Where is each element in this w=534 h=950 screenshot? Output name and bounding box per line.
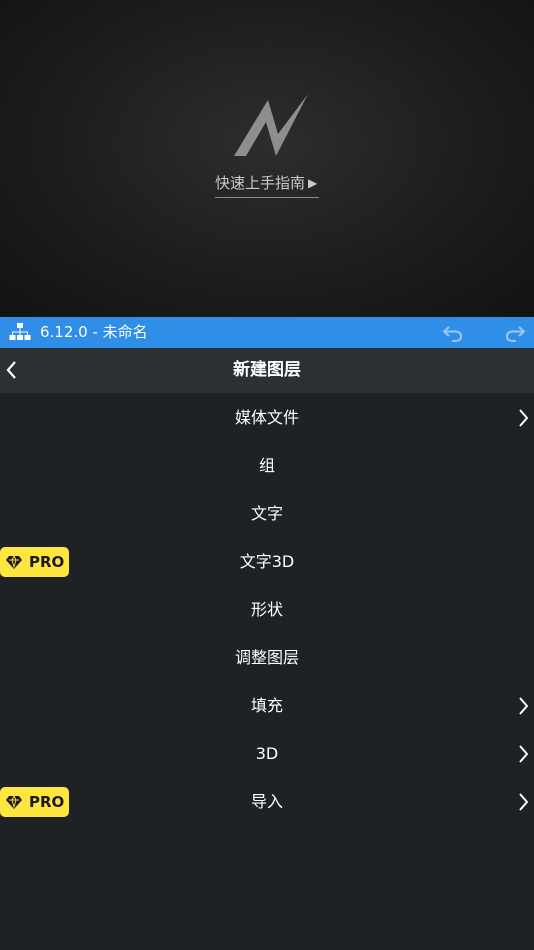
redo-icon[interactable] (504, 323, 526, 343)
menu-item-3d[interactable]: 3D (0, 730, 534, 778)
menu-item-text[interactable]: 文字 (0, 490, 534, 538)
project-title: 6.12.0 - 未命名 (40, 323, 148, 341)
hierarchy-icon[interactable] (9, 323, 31, 341)
menu-item-group[interactable]: 组 (0, 442, 534, 490)
menu-item-adjustment-layer[interactable]: 调整图层 (0, 634, 534, 682)
new-layer-menu: 媒体文件 组 文字 PRO 文字3D 形状 调整图层 填充 3D PRO 导入 (0, 394, 534, 826)
undo-icon[interactable] (442, 323, 464, 343)
chevron-right-icon (519, 697, 529, 715)
menu-item-label: 媒体文件 (234, 408, 299, 427)
menu-item-media-files[interactable]: 媒体文件 (0, 394, 534, 442)
menu-item-label: 形状 (250, 600, 283, 619)
quick-start-guide-link[interactable]: 快速上手指南 ▶ (215, 172, 319, 198)
menu-item-fill[interactable]: 填充 (0, 682, 534, 730)
app-logo (234, 94, 308, 156)
menu-item-label: 文字 (250, 504, 283, 523)
menu-item-label: 填充 (250, 696, 283, 715)
panel-title: 新建图层 (233, 360, 301, 380)
panel-header: 新建图层 (0, 348, 534, 393)
quick-start-guide-label: 快速上手指南 (215, 174, 306, 192)
title-bar: 6.12.0 - 未命名 (0, 317, 534, 348)
play-icon: ▶ (308, 176, 318, 190)
menu-item-label: 组 (258, 456, 275, 475)
menu-item-label: 导入 (250, 792, 283, 811)
menu-item-label: 文字3D (239, 552, 295, 571)
menu-item-label: 调整图层 (234, 648, 299, 667)
preview-area: 快速上手指南 ▶ (0, 0, 534, 317)
menu-item-label: 3D (255, 744, 279, 763)
chevron-right-icon (519, 745, 529, 763)
chevron-right-icon (519, 793, 529, 811)
menu-item-shape[interactable]: 形状 (0, 586, 534, 634)
menu-item-import[interactable]: PRO 导入 (0, 778, 534, 826)
menu-item-text-3d[interactable]: PRO 文字3D (0, 538, 534, 586)
chevron-right-icon (519, 409, 529, 427)
